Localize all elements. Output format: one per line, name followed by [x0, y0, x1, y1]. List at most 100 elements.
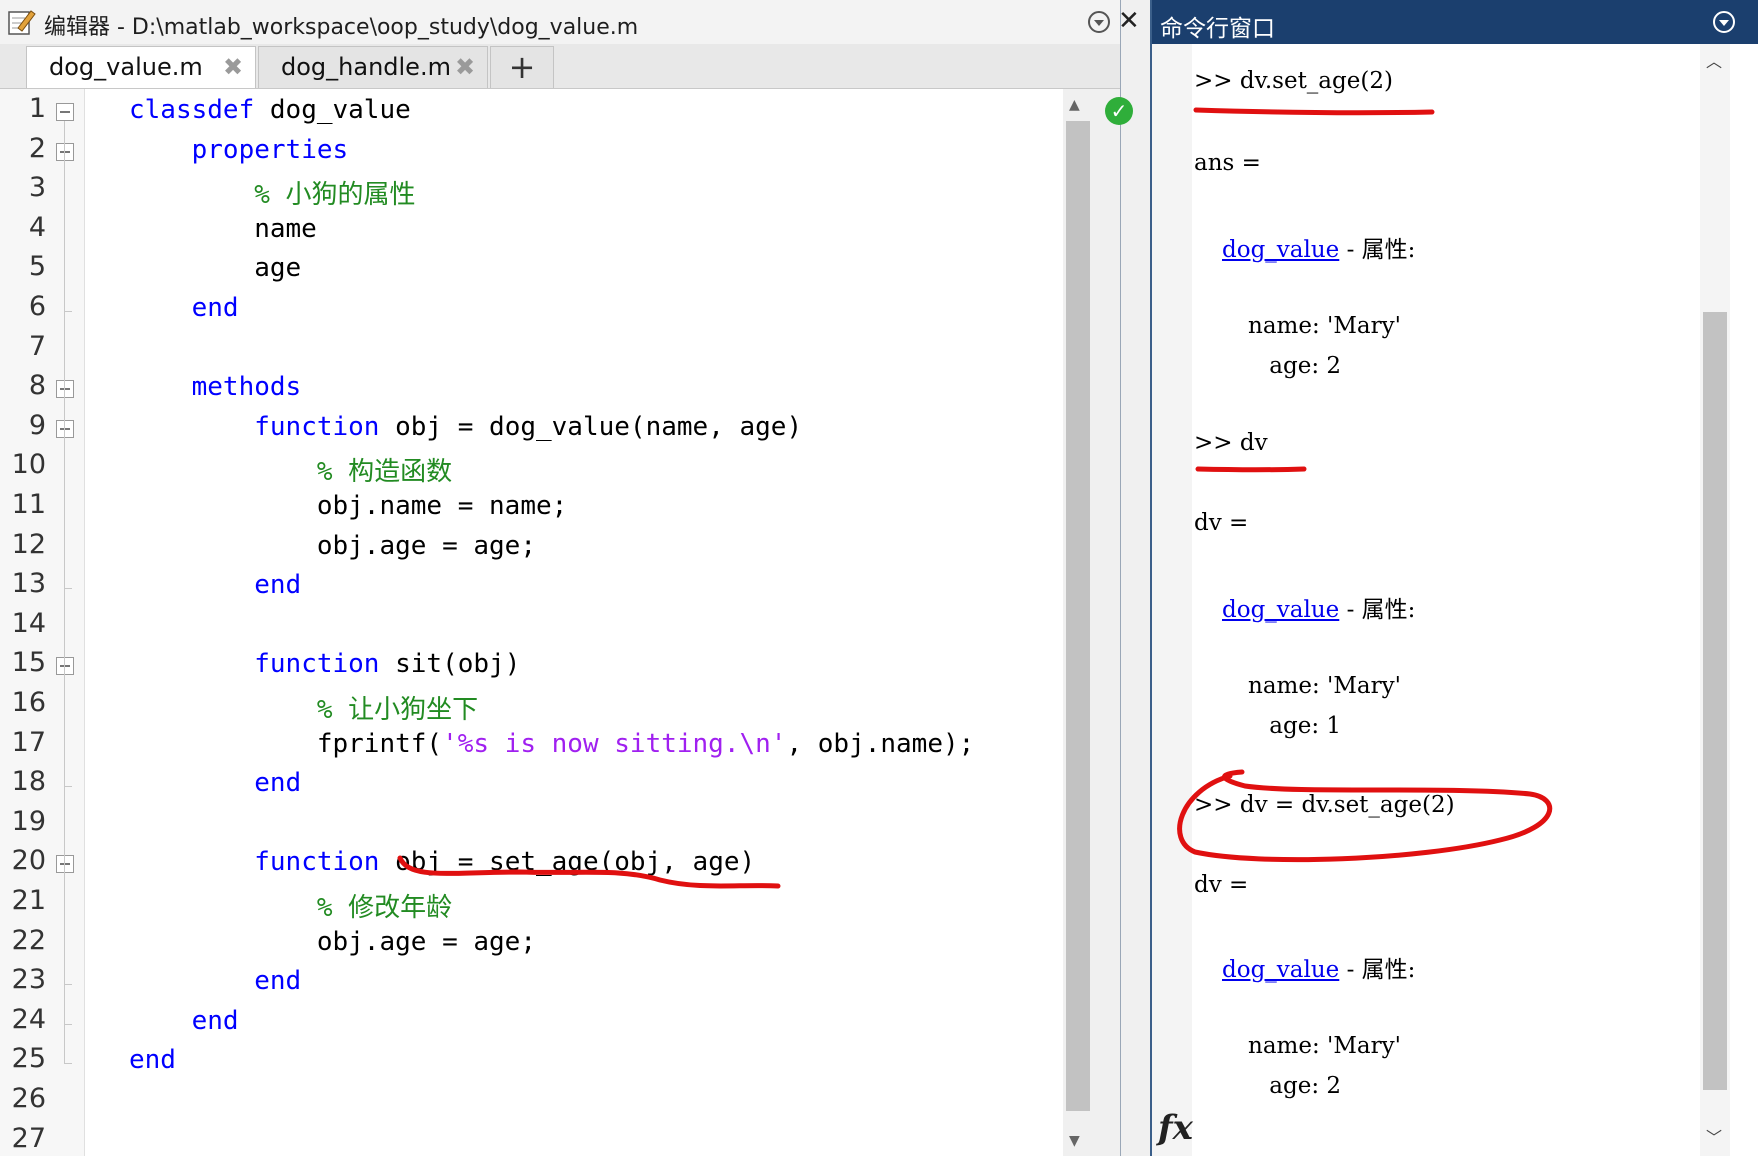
scroll-thumb[interactable]	[1703, 312, 1727, 1090]
check-icon[interactable]: ✓	[1105, 97, 1133, 125]
new-tab-button[interactable]: +	[490, 46, 554, 88]
command-line: age: 2	[1262, 353, 1341, 379]
output-text: name: 'Mary'	[1248, 1033, 1401, 1059]
class-link[interactable]: dog_value	[1222, 597, 1339, 623]
fold-end-mark	[64, 1063, 72, 1065]
output-text: - 属性:	[1339, 957, 1416, 983]
scroll-thumb[interactable]	[1066, 121, 1090, 1111]
line-number: 24	[11, 1003, 46, 1035]
keyword-token: end	[129, 1045, 176, 1076]
fold-guide	[64, 437, 65, 589]
code-line: properties	[129, 134, 349, 165]
command-window: 命令行窗口 >> dv.set_age(2)ans = dog_value - 属…	[1150, 0, 1758, 1156]
fold-end-mark	[64, 984, 72, 986]
keyword-token: properties	[191, 134, 349, 165]
fold-toggle[interactable]	[56, 657, 74, 676]
scroll-down-icon[interactable]: ﹀	[1706, 1124, 1722, 1148]
keyword-token: classdef	[129, 95, 255, 125]
line-number: 26	[11, 1083, 46, 1114]
string-token: '%s is now sitting.\n'	[442, 728, 787, 759]
code-line: % 修改年龄	[129, 887, 452, 924]
scroll-up-icon[interactable]: ︿	[1706, 48, 1722, 72]
command-scrollbar[interactable]: ︿ ﹀	[1700, 44, 1730, 1156]
close-icon[interactable]: ✕	[1118, 8, 1140, 34]
tab-dog-value[interactable]: dog_value.m ✖	[26, 46, 256, 88]
tab-close-icon[interactable]: ✖	[455, 53, 475, 81]
keyword-token: end	[191, 293, 239, 323]
fold-toggle[interactable]	[56, 142, 74, 161]
keyword-token: end	[254, 768, 302, 799]
editor-pencil-icon	[8, 10, 36, 35]
line-number: 13	[11, 568, 46, 600]
code-area[interactable]: classdef dog_value properties % 小狗的属性 na…	[85, 89, 1065, 1156]
code-token: obj.age = age;	[129, 926, 536, 957]
code-line: end	[129, 1045, 176, 1075]
fold-toggle[interactable]	[56, 855, 74, 874]
editor-scrollbar[interactable]: ▲ ▼	[1063, 89, 1093, 1156]
line-number: 12	[11, 528, 46, 560]
panel-menu-icon[interactable]	[1712, 10, 1736, 34]
fold-toggle[interactable]	[56, 380, 74, 399]
tab-dog-handle[interactable]: dog_handle.m ✖	[258, 46, 488, 88]
command-window-title: 命令行窗口	[1160, 16, 1275, 42]
fold-toggle[interactable]	[56, 103, 74, 121]
class-link[interactable]: dog_value	[1222, 957, 1339, 983]
code-line: % 小狗的属性	[129, 174, 416, 211]
tab-label: dog_handle.m	[281, 53, 451, 81]
code-line: obj.name = name;	[129, 491, 567, 521]
line-number: 20	[11, 845, 46, 877]
output-text: >> dv.set_age(2)	[1194, 68, 1393, 94]
fx-function-browser-icon[interactable]: fx	[1158, 1108, 1193, 1148]
line-number: 17	[11, 726, 46, 758]
code-line: obj.age = age;	[129, 927, 536, 957]
output-text: name: 'Mary'	[1248, 313, 1401, 339]
code-token: obj = set_age(obj, age)	[379, 847, 756, 878]
code-line: end	[129, 1006, 239, 1036]
line-number: 3	[28, 172, 46, 204]
editor-title: 编辑器 - D:\matlab_workspace\oop_study\dog_…	[44, 15, 639, 40]
code-token: dog_value	[254, 95, 411, 125]
keyword-token: end	[254, 570, 302, 601]
output-text: ans =	[1194, 150, 1261, 176]
keyword-token: end	[254, 966, 302, 997]
scroll-up-icon[interactable]: ▲	[1069, 97, 1080, 113]
panel-menu-icon[interactable]	[1087, 10, 1111, 34]
code-line: end	[129, 966, 301, 996]
keyword-token: function	[254, 411, 380, 442]
code-token: age	[129, 253, 302, 284]
line-number: 23	[11, 964, 46, 996]
fold-toggle[interactable]	[56, 419, 74, 438]
fold-end-mark	[64, 311, 72, 312]
code-line: methods	[129, 372, 302, 402]
tab-close-icon[interactable]: ✖	[223, 53, 243, 81]
line-number: 27	[11, 1122, 46, 1154]
command-line: dog_value - 属性:	[1222, 230, 1415, 264]
line-number: 7	[28, 330, 46, 362]
command-line: >> dv.set_age(2)	[1194, 68, 1393, 94]
line-number: 16	[11, 687, 46, 718]
fold-end-mark	[64, 786, 72, 788]
code-token: obj = dog_value(name, age)	[379, 411, 803, 442]
keyword-token: function	[254, 649, 380, 680]
code-token: obj.name = name;	[129, 491, 568, 521]
code-token: sit(obj)	[379, 649, 521, 680]
line-number: 5	[28, 251, 46, 283]
command-line: >> dv	[1194, 430, 1268, 456]
scroll-down-icon[interactable]: ▼	[1069, 1133, 1080, 1149]
code-line: function obj = set_age(obj, age)	[129, 847, 755, 877]
class-link[interactable]: dog_value	[1222, 237, 1339, 263]
editor-title-bar: 编辑器 - D:\matlab_workspace\oop_study\dog_…	[0, 0, 1140, 45]
fold-end-mark	[64, 1023, 72, 1025]
fold-guide	[64, 675, 65, 787]
comment-token: % 小狗的属性	[254, 180, 416, 211]
command-line: dog_value - 属性:	[1222, 950, 1415, 984]
command-output[interactable]: >> dv.set_age(2)ans = dog_value - 属性: name…	[1192, 44, 1722, 1156]
code-line: obj.age = age;	[129, 531, 536, 561]
